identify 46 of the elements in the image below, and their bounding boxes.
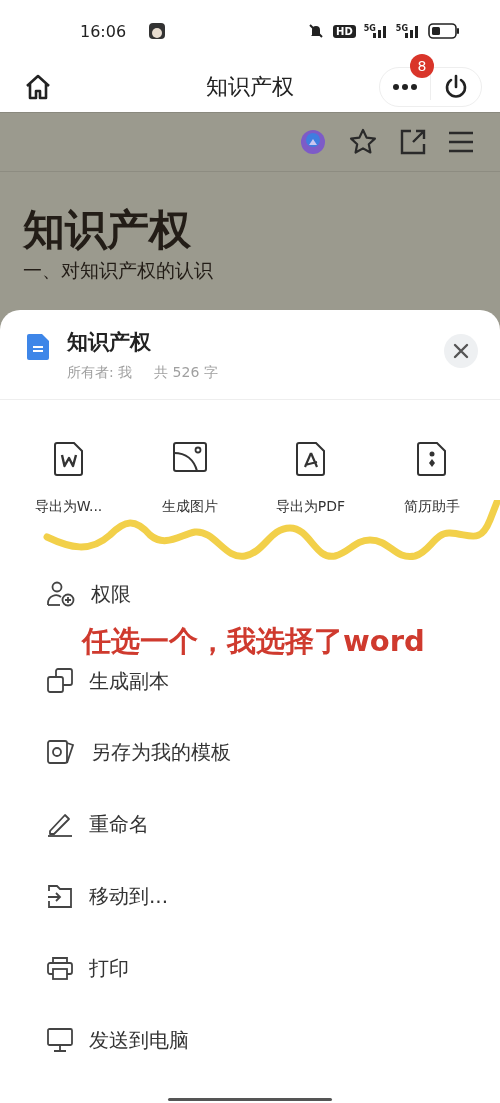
monitor-icon xyxy=(47,1028,73,1052)
menu-item[interactable]: 生成副本 xyxy=(0,660,500,716)
close-button[interactable] xyxy=(444,334,478,368)
copy-icon xyxy=(47,668,73,694)
more-icon[interactable] xyxy=(392,83,418,91)
share-icon[interactable] xyxy=(400,129,426,155)
status-time: 16:06 xyxy=(80,21,127,41)
power-icon[interactable] xyxy=(443,74,469,100)
owner-text: 所有者: 我 xyxy=(67,364,133,382)
word-count: 共 526 字 xyxy=(154,364,218,382)
action-button[interactable]: 生成图片 xyxy=(129,442,250,516)
menu-item[interactable]: 发送到电脑 xyxy=(0,1004,500,1076)
document-heading: 知识产权 xyxy=(22,204,192,256)
star-icon[interactable] xyxy=(348,127,378,157)
move-folder-icon xyxy=(47,883,73,909)
signal-indicator: 5G xyxy=(395,24,420,38)
hd-badge: HD xyxy=(333,24,356,38)
annotation-text: 任选一个，我选择了word xyxy=(82,623,425,660)
page-title: 知识产权 xyxy=(205,73,295,101)
menu-item[interactable]: 移动到... xyxy=(0,860,500,932)
pencil-icon xyxy=(47,811,73,837)
template-icon xyxy=(47,739,75,765)
home-icon[interactable] xyxy=(24,74,52,100)
signal-indicator: 5G xyxy=(363,24,388,38)
menu-item[interactable]: 打印 xyxy=(0,932,500,1004)
resume-file-icon xyxy=(416,442,447,476)
assistant-icon[interactable] xyxy=(300,129,326,155)
document-icon xyxy=(27,334,49,360)
action-button[interactable]: 导出为W... xyxy=(8,442,129,516)
sheet-title: 知识产权 xyxy=(67,329,152,356)
notification-badge: 8 xyxy=(410,54,434,78)
menu-item[interactable]: 权限 xyxy=(0,566,500,622)
menu-icon[interactable] xyxy=(448,131,474,153)
close-icon xyxy=(453,343,469,359)
menu-item[interactable]: 另存为我的模板 xyxy=(0,716,500,788)
printer-icon xyxy=(47,956,73,980)
action-button[interactable]: 导出为PDF xyxy=(250,442,371,516)
word-file-icon xyxy=(53,442,84,476)
app-icon xyxy=(148,22,167,40)
image-icon xyxy=(172,442,207,472)
menu-item[interactable]: 重命名 xyxy=(0,788,500,860)
pdf-file-icon xyxy=(295,442,326,476)
battery-icon xyxy=(428,23,460,39)
document-text: 一、对知识产权的认识 xyxy=(22,258,214,283)
add-user-icon xyxy=(47,581,75,607)
action-button[interactable]: 简历助手 xyxy=(371,442,492,516)
